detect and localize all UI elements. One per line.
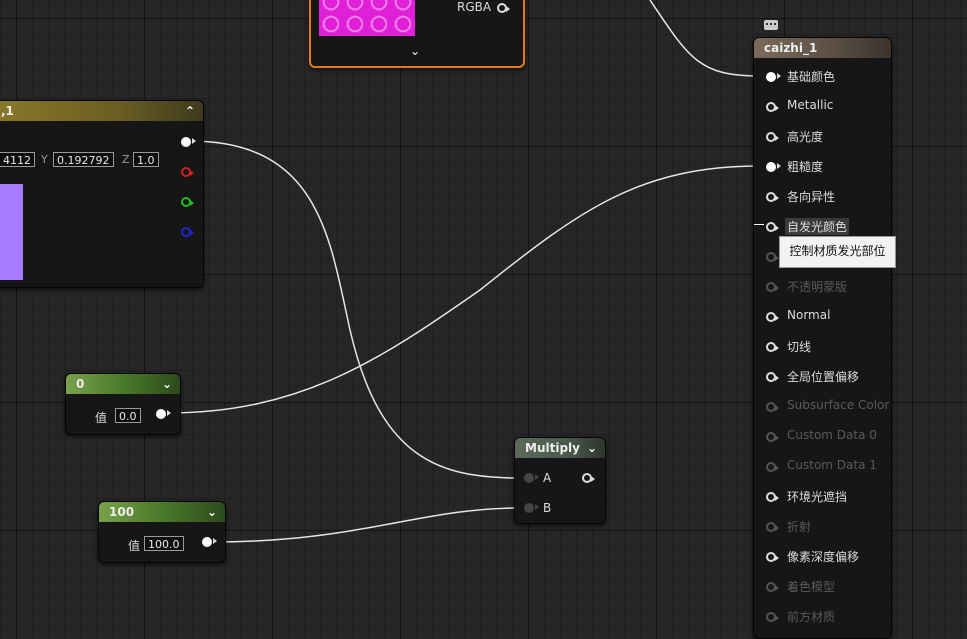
chevron-down-icon[interactable]: ⌄ xyxy=(587,438,597,458)
rgb-output-pin[interactable] xyxy=(181,137,196,147)
material-pin-label: 不透明蒙版 xyxy=(787,280,848,294)
material-pin-label: 像素深度偏移 xyxy=(787,550,860,564)
material-pin-label: 着色模型 xyxy=(787,580,836,594)
material-input-pin[interactable] xyxy=(766,72,781,82)
chevron-down-icon[interactable]: ⌄ xyxy=(162,374,172,394)
z-axis-label: Z xyxy=(122,153,130,166)
constant-0-output-pin[interactable] xyxy=(156,409,171,419)
tooltip: 控制材质发光部位 xyxy=(779,236,896,268)
constant3-title: ,1 xyxy=(1,104,14,118)
color-swatch-preview xyxy=(0,184,23,280)
material-pin-label: 各向异性 xyxy=(787,190,836,204)
material-pin-label: 环境光遮挡 xyxy=(787,490,848,504)
material-pin-label: 全局位置偏移 xyxy=(787,370,860,384)
material-input-pin[interactable] xyxy=(766,132,779,142)
wire-texture-to-base-color xyxy=(649,0,761,77)
g-output-pin[interactable] xyxy=(181,197,194,207)
material-pin-label: 切线 xyxy=(787,340,812,354)
b-output-pin[interactable] xyxy=(181,227,194,237)
rgba-output-label: RGBA xyxy=(457,0,492,14)
material-input-pin[interactable] xyxy=(766,612,779,622)
cursor-marker xyxy=(754,224,764,225)
material-input-pin[interactable] xyxy=(766,222,779,232)
constant-0-header[interactable]: 0 ⌄ xyxy=(66,374,180,394)
r-output-pin[interactable] xyxy=(181,167,194,177)
constant3-vector-node[interactable]: ,1 ⌃ 4112 Y 0.192792 Z 1.0 xyxy=(0,100,204,288)
texture-preview xyxy=(319,0,415,36)
material-input-pin[interactable] xyxy=(766,252,779,262)
material-input-pin[interactable] xyxy=(766,522,779,532)
constant3-header[interactable]: ,1 ⌃ xyxy=(0,101,203,121)
wire-const0-to-roughness xyxy=(166,165,761,414)
texture-sample-node[interactable]: RGBA ⌄ xyxy=(309,0,525,68)
material-input-pin[interactable] xyxy=(766,282,779,292)
y-axis-label: Y xyxy=(41,153,48,166)
material-input-pin[interactable] xyxy=(766,552,779,562)
value-field[interactable]: 0.0 xyxy=(115,408,141,423)
material-header[interactable]: caizhi_1 xyxy=(754,38,891,58)
material-pin-label: Subsurface Color xyxy=(787,398,890,412)
material-input-pin[interactable] xyxy=(766,102,779,112)
material-pin-label: Custom Data 1 xyxy=(787,458,877,472)
multiply-output-pin[interactable] xyxy=(582,473,595,483)
material-result-node[interactable]: caizhi_1 基础颜色 Metallic 高光度粗糙度各向异性自发光颜色不透明蒙… xyxy=(753,37,892,639)
rgba-output-pin[interactable] xyxy=(497,3,510,13)
material-pin-label: Metallic xyxy=(787,98,834,112)
constant-100-header[interactable]: 100 ⌄ xyxy=(99,502,225,522)
constant-0-title: 0 xyxy=(76,377,85,391)
material-input-pin[interactable] xyxy=(766,162,781,172)
input-a-pin[interactable] xyxy=(524,473,539,483)
input-a-label: A xyxy=(543,471,552,485)
material-input-pin[interactable] xyxy=(766,462,779,472)
constant-100-node[interactable]: 100 ⌄ 值 100.0 xyxy=(98,501,226,563)
material-input-pin[interactable] xyxy=(766,312,779,322)
expand-chevron-icon[interactable]: ⌄ xyxy=(410,44,420,58)
material-pin-label: Custom Data 0 xyxy=(787,428,877,442)
material-pin-label: 高光度 xyxy=(787,130,824,144)
constant-100-output-pin[interactable] xyxy=(202,537,217,547)
material-pin-label: Normal xyxy=(787,308,831,322)
tooltip-text: 控制材质发光部位 xyxy=(789,244,886,258)
material-pin-label: 自发光颜色 xyxy=(785,218,850,235)
z-value-field[interactable]: 1.0 xyxy=(133,152,159,167)
material-title: caizhi_1 xyxy=(764,41,818,55)
material-pin-label: 粗糙度 xyxy=(787,160,824,174)
input-b-pin[interactable] xyxy=(524,503,539,513)
material-input-pin[interactable] xyxy=(766,402,779,412)
material-input-pin[interactable] xyxy=(766,582,779,592)
wire-constant3-to-multiply-a xyxy=(189,140,521,479)
value-field[interactable]: 100.0 xyxy=(144,536,184,551)
material-input-pin[interactable] xyxy=(766,492,779,502)
collapse-chevron-icon[interactable]: ⌃ xyxy=(185,101,195,121)
value-label: 值 xyxy=(95,411,108,425)
value-label: 值 xyxy=(128,539,141,553)
constant-0-node[interactable]: 0 ⌄ 值 0.0 xyxy=(65,373,181,435)
material-input-pin[interactable] xyxy=(766,342,779,352)
material-input-pin[interactable] xyxy=(766,192,779,202)
multiply-title: Multiply xyxy=(525,441,580,455)
material-input-pin[interactable] xyxy=(766,432,779,442)
material-pin-label: 折射 xyxy=(787,520,812,534)
material-input-pin[interactable] xyxy=(766,372,779,382)
comment-bubble-icon[interactable] xyxy=(764,20,778,30)
multiply-header[interactable]: Multiply ⌄ xyxy=(515,438,605,458)
material-pin-label: 基础颜色 xyxy=(787,70,836,84)
wire-const100-to-multiply-b xyxy=(211,507,521,543)
constant-100-title: 100 xyxy=(109,505,135,519)
y-value-field[interactable]: 0.192792 xyxy=(53,152,114,167)
multiply-node[interactable]: Multiply ⌄ A B xyxy=(514,437,606,524)
x-value-field[interactable]: 4112 xyxy=(0,152,35,167)
input-b-label: B xyxy=(543,501,552,515)
chevron-down-icon[interactable]: ⌄ xyxy=(207,502,217,522)
